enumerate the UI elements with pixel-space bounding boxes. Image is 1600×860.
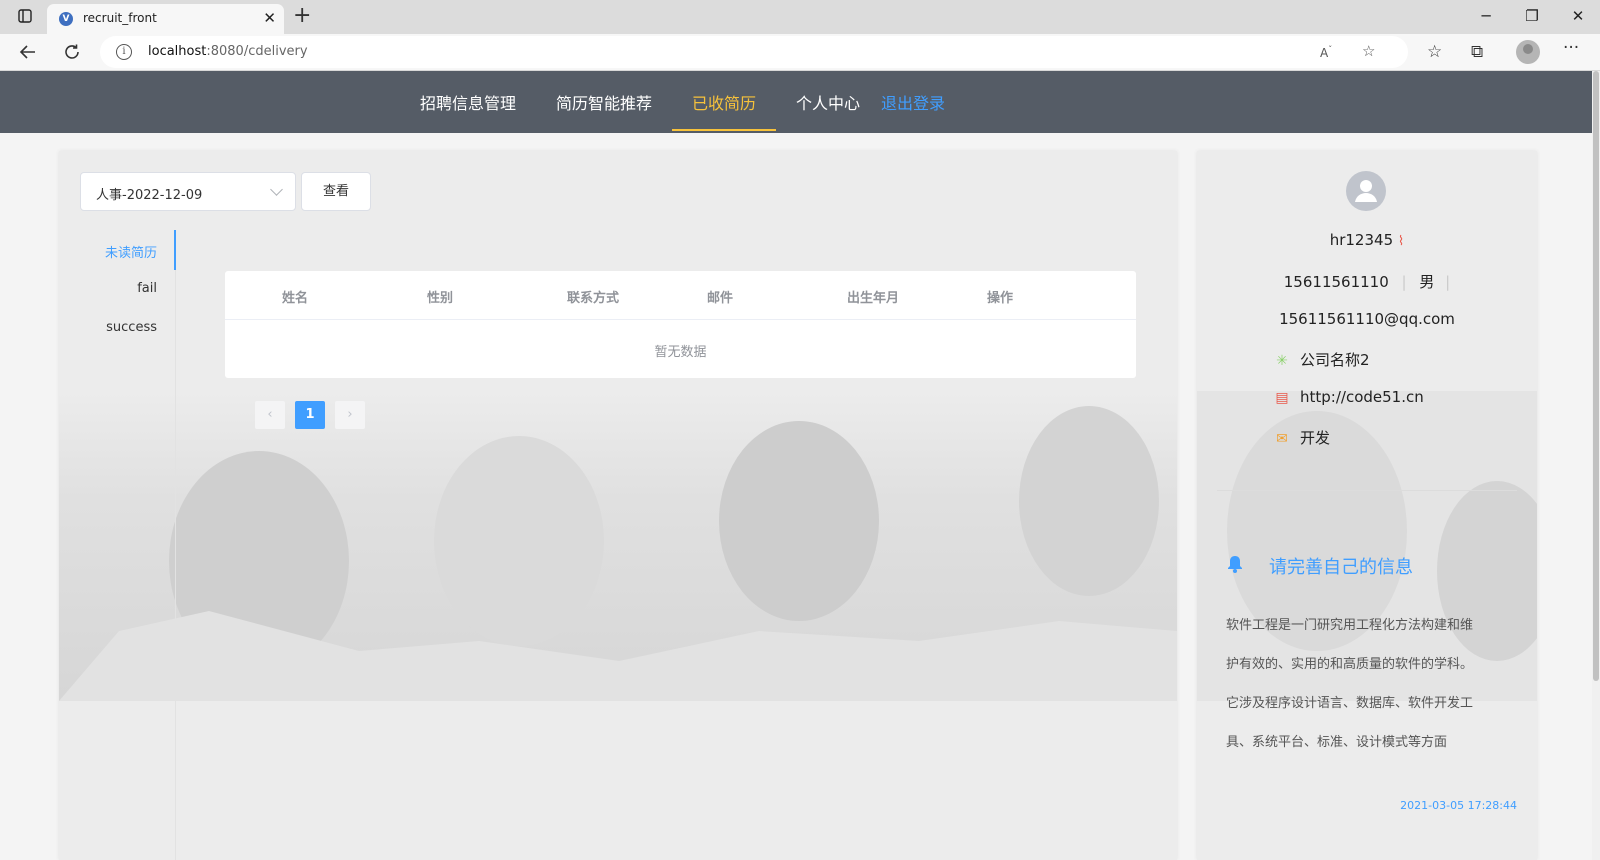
scrollbar-thumb[interactable] — [1593, 71, 1599, 681]
browser-tab-strip: V recruit_front ✕ + ─ ❐ ✕ — [0, 0, 1600, 34]
column-header-birth: 出生年月 — [847, 291, 900, 306]
favorite-add-icon[interactable]: ☆ — [1362, 42, 1375, 60]
profile-company: ✳ 公司名称2 — [1274, 349, 1369, 370]
column-header-email: 邮件 — [707, 291, 734, 306]
user-avatar-icon — [1346, 171, 1386, 211]
column-header-contact: 联系方式 — [567, 291, 620, 306]
logout-link[interactable]: 退出登录 — [881, 90, 945, 114]
tab-close-icon[interactable]: ✕ — [263, 9, 276, 27]
profile-email: 15611561110@qq.com — [1279, 310, 1455, 328]
mail-icon: ✉ — [1276, 431, 1288, 447]
background-photo — [59, 391, 1177, 701]
profile-phone: 15611561110 — [1283, 273, 1389, 291]
more-menu-icon[interactable]: ··· — [1563, 38, 1579, 58]
notice-title: 请完善自己的信息 — [1269, 557, 1413, 578]
profile-website: ▤ http://code51.cn — [1275, 388, 1424, 406]
tab-success[interactable]: success — [106, 320, 157, 335]
resume-table: 姓名 性别 联系方式 邮件 出生年月 操作 暂无数据 — [225, 271, 1136, 378]
tab-fail[interactable]: fail — [137, 281, 157, 296]
view-button[interactable]: 查看 — [301, 172, 371, 211]
sparkle-icon: ✳ — [1276, 353, 1288, 369]
profile-department: ✉ 开发 — [1274, 427, 1330, 448]
site-info-icon[interactable]: i — [116, 44, 132, 60]
address-bar-row: i localhost:8080/cdelivery Aˇ ☆ ☆ ⧉ ··· — [0, 34, 1600, 71]
resume-panel: 人事-2022-12-09 查看 未读简历 fail success 姓名 性别… — [59, 151, 1177, 860]
notice-text-line: 它涉及程序设计语言、数据库、软件开发工 — [1226, 696, 1474, 711]
active-tab-indicator — [174, 230, 176, 270]
column-header-name: 姓名 — [282, 291, 309, 306]
notice-timestamp: 2021-03-05 17:28:44 — [1400, 799, 1517, 812]
pagination-page-1[interactable]: 1 — [295, 401, 325, 429]
restore-button[interactable]: ❐ — [1509, 0, 1555, 32]
bell-icon — [1227, 555, 1243, 577]
notice-text-line: 护有效的、实用的和高质量的软件的学科。 — [1226, 657, 1474, 672]
chevron-down-icon — [270, 183, 283, 196]
read-aloud-icon[interactable]: Aˇ — [1320, 45, 1332, 60]
nav-item-received-resumes[interactable]: 已收简历 — [692, 90, 756, 114]
url-text: localhost:8080/cdelivery — [148, 44, 308, 59]
paperclip-icon: ⌇ — [1397, 234, 1405, 249]
back-arrow-icon[interactable] — [14, 40, 42, 64]
new-tab-button[interactable]: + — [293, 4, 311, 28]
profile-avatar-icon[interactable] — [1516, 40, 1540, 64]
site-nav-bar: 招聘信息管理 简历智能推荐 已收简历 个人中心 退出登录 — [0, 71, 1600, 133]
profile-phone-gender: 15611561110 | 男 | — [1283, 273, 1451, 291]
column-header-actions: 操作 — [987, 291, 1014, 306]
nav-item-resume-recommend[interactable]: 简历智能推荐 — [556, 90, 652, 114]
page-scrollbar[interactable] — [1592, 71, 1600, 860]
position-select[interactable]: 人事-2022-12-09 — [80, 172, 296, 211]
profile-panel: hr12345 ⌇ 15611561110 | 男 | 15611561110@… — [1197, 151, 1537, 860]
pagination-next-button[interactable]: › — [335, 401, 365, 429]
building-icon: ▤ — [1275, 390, 1289, 406]
tab-unread[interactable]: 未读简历 — [105, 242, 157, 261]
nav-item-job-management[interactable]: 招聘信息管理 — [420, 90, 516, 114]
nav-item-personal-center[interactable]: 个人中心 — [796, 90, 860, 114]
column-header-gender: 性别 — [427, 291, 454, 306]
tab-favicon-icon: V — [59, 12, 73, 26]
collections-icon[interactable]: ⧉ — [1471, 42, 1483, 62]
notice-text-line: 具、系统平台、标准、设计模式等方面 — [1226, 735, 1448, 750]
minimize-button[interactable]: ─ — [1463, 0, 1509, 32]
close-window-button[interactable]: ✕ — [1555, 0, 1600, 32]
profile-username: hr12345 ⌇ — [1329, 231, 1405, 249]
url-field[interactable]: i localhost:8080/cdelivery Aˇ ☆ — [100, 36, 1408, 68]
table-header-divider — [225, 319, 1136, 320]
browser-tab[interactable]: V recruit_front ✕ — [47, 4, 284, 34]
pagination-prev-button[interactable]: ‹ — [255, 401, 285, 429]
profile-divider — [1217, 490, 1517, 491]
sidebar-toggle-icon[interactable] — [2, 0, 48, 32]
favorites-icon[interactable]: ☆ — [1427, 42, 1442, 62]
resume-status-tabs: 未读简历 fail success — [59, 230, 176, 860]
profile-gender: 男 — [1419, 273, 1435, 291]
position-select-value: 人事-2022-12-09 — [96, 188, 203, 203]
tab-title: recruit_front — [83, 11, 157, 25]
empty-state-text: 暂无数据 — [654, 345, 707, 360]
nav-active-underline — [672, 129, 776, 131]
notice-text-line: 软件工程是一门研究用工程化方法构建和维 — [1226, 618, 1474, 633]
refresh-icon[interactable] — [58, 40, 86, 64]
